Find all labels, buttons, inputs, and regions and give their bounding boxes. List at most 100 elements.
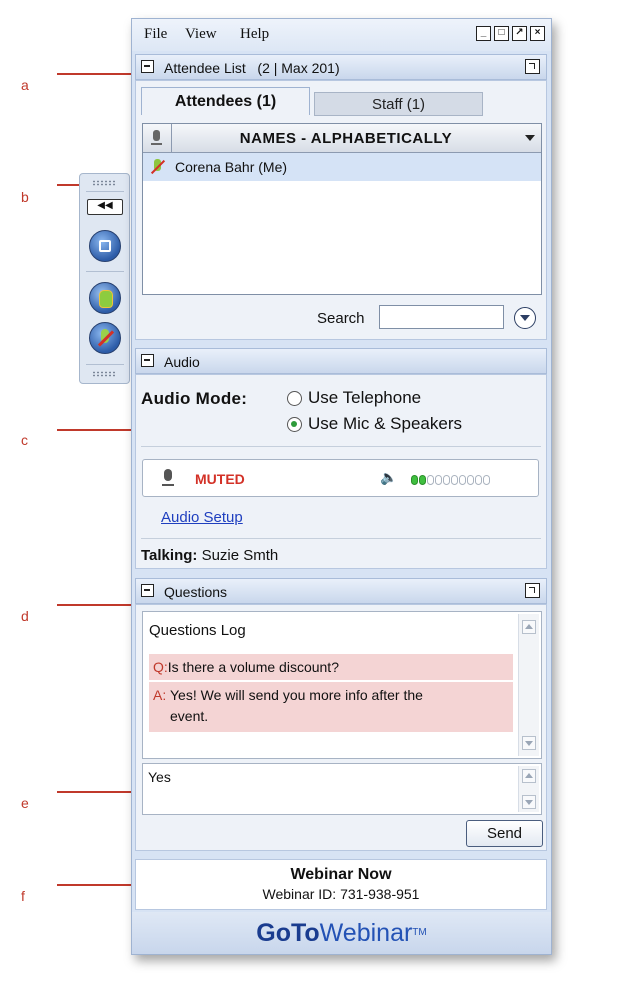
maximize-icon[interactable]: □ (494, 26, 509, 41)
questions-log: Questions Log Q:Is there a volume discou… (142, 611, 542, 759)
question-input-text: Yes (148, 769, 171, 785)
divider (86, 364, 124, 365)
search-input[interactable] (379, 305, 504, 329)
audio-setup-link[interactable]: Audio Setup (161, 509, 243, 526)
attendee-panel-body: Attendees (1) Staff (1) NAMES - ALPHABET… (135, 80, 547, 340)
list-item[interactable]: Corena Bahr (Me) (143, 153, 541, 181)
questions-panel-header: Questions (135, 578, 547, 604)
level-segment (443, 474, 450, 485)
audio-level-meter (411, 471, 491, 486)
annotation-label-c: c (21, 432, 28, 448)
divider (141, 538, 541, 539)
level-segment (427, 474, 434, 485)
menu-view[interactable]: View (185, 26, 217, 43)
collapse-icon[interactable] (141, 60, 154, 73)
level-segment (411, 474, 418, 485)
scroll-down-icon[interactable] (522, 736, 536, 750)
screen-view-button[interactable] (89, 230, 121, 262)
gotowebinar-logo: GoToWebinarTM (256, 919, 427, 947)
tab-attendees[interactable]: Attendees (1) (141, 87, 310, 115)
question-input-scrollbar[interactable] (518, 766, 539, 812)
divider (86, 271, 124, 272)
mic-toggle-button[interactable] (89, 322, 121, 354)
raise-hand-button[interactable] (89, 282, 121, 314)
answer-text-line1: Yes! We will send you more info after th… (170, 687, 423, 703)
search-options-button[interactable] (514, 307, 536, 329)
muted-mic-icon (149, 158, 167, 176)
mic-column-header[interactable] (143, 124, 172, 152)
level-segment (419, 474, 426, 485)
audio-status-box: MUTED 🔈 (142, 459, 539, 497)
brand-footer: GoToWebinarTM (132, 912, 551, 954)
answer-prefix: A: (153, 687, 167, 703)
divider (141, 446, 541, 447)
attendee-count: (2 | Max 201) (257, 60, 340, 76)
menu-file[interactable]: File (144, 26, 167, 43)
menu-help[interactable]: Help (240, 26, 269, 43)
floating-control-panel: ◀◀ (79, 173, 130, 384)
annotation-label-a: a (21, 77, 29, 93)
drag-grip-icon[interactable] (92, 180, 117, 186)
mic-stand-icon (162, 484, 174, 486)
question-input[interactable]: Yes (142, 763, 542, 815)
scroll-down-icon[interactable] (522, 795, 536, 809)
radio-use-telephone[interactable] (287, 391, 302, 406)
square-icon (99, 240, 111, 252)
attendee-panel-title: Attendee List (2 | Max 201) (164, 60, 340, 76)
popout-icon[interactable] (525, 59, 540, 74)
attendee-panel-header: Attendee List (2 | Max 201) (135, 54, 547, 80)
search-label: Search (317, 310, 365, 327)
question-text: Is there a volume discount? (167, 659, 339, 675)
attendee-name: Corena Bahr (Me) (175, 159, 288, 175)
collapse-panel-button[interactable]: ◀◀ (87, 199, 123, 215)
talking-name: Suzie Smth (201, 547, 279, 564)
annotation-label-d: d (21, 608, 29, 624)
drag-grip-icon[interactable] (92, 371, 117, 377)
collapse-icon[interactable] (141, 584, 154, 597)
speaker-icon: 🔈 (380, 469, 398, 485)
send-button[interactable]: Send (466, 820, 543, 847)
option-use-mic-speakers[interactable]: Use Mic & Speakers (308, 414, 462, 434)
webinar-info: Webinar Now Webinar ID: 731-938-951 (135, 859, 547, 910)
level-segment (459, 474, 466, 485)
webinar-title: Webinar Now (290, 866, 392, 883)
audio-mode-label: Audio Mode: (141, 389, 248, 408)
annotation-label-f: f (21, 888, 25, 904)
annotation-label-e: e (21, 795, 29, 811)
audio-panel-body: Audio Mode: Use Telephone Use Mic & Spea… (135, 374, 547, 569)
menu-bar: File View Help _ □ ↗ × (132, 19, 551, 51)
popout-icon[interactable] (525, 583, 540, 598)
audio-panel-title: Audio (164, 354, 200, 370)
radio-use-mic-speakers[interactable] (287, 417, 302, 432)
collapse-icon[interactable] (141, 354, 154, 367)
question-prefix: Q: (153, 659, 168, 675)
scroll-up-icon[interactable] (522, 769, 536, 783)
audio-panel-header: Audio (135, 348, 547, 374)
minimize-icon[interactable]: _ (476, 26, 491, 41)
chevron-down-icon[interactable] (525, 135, 535, 141)
attendee-list: NAMES - ALPHABETICALLY Corena Bahr (Me) (142, 123, 542, 295)
questions-log-scrollbar[interactable] (518, 614, 539, 756)
hand-icon (99, 290, 113, 308)
annotation-label-b: b (21, 189, 29, 205)
tab-staff[interactable]: Staff (1) (314, 92, 483, 116)
questions-panel-title: Questions (164, 584, 228, 600)
question-entry: Q:Is there a volume discount? (149, 654, 513, 680)
divider (86, 191, 124, 192)
level-segment (435, 474, 442, 485)
muted-status: MUTED (195, 471, 245, 487)
attendee-list-header: NAMES - ALPHABETICALLY (143, 124, 541, 153)
level-segment (483, 474, 490, 485)
talking-indicator: Talking: Suzie Smth (141, 547, 279, 564)
questions-log-title: Questions Log (149, 622, 246, 639)
restore-icon[interactable]: ↗ (512, 26, 527, 41)
sort-column-header[interactable]: NAMES - ALPHABETICALLY (171, 130, 521, 147)
close-icon[interactable]: × (530, 26, 545, 41)
webinar-id: Webinar ID: 731-938-951 (262, 886, 420, 902)
option-use-telephone[interactable]: Use Telephone (308, 388, 421, 408)
mic-icon[interactable] (164, 469, 172, 481)
level-segment (475, 474, 482, 485)
mic-stand-icon (151, 143, 162, 145)
answer-entry: A: Yes! We will send you more info after… (149, 682, 513, 732)
scroll-up-icon[interactable] (522, 620, 536, 634)
